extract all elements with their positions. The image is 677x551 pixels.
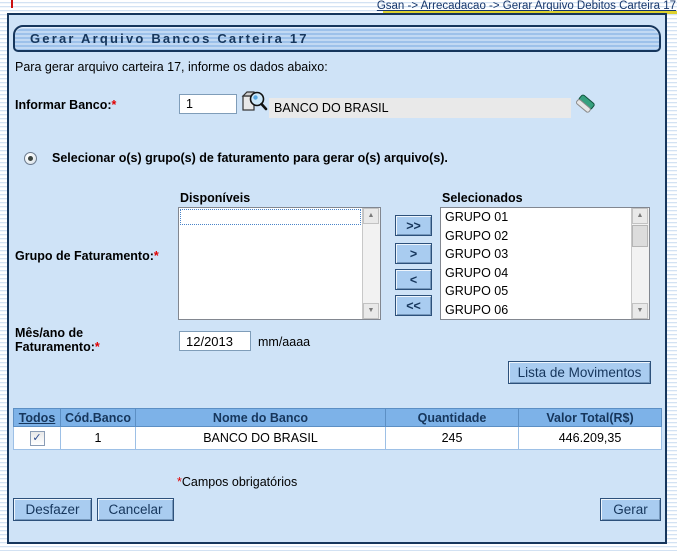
list-item[interactable]: GRUPO 06 [441,301,632,319]
select-all-link[interactable]: Todos [14,409,61,427]
move-left-button[interactable]: < [395,269,432,290]
selected-scrollbar[interactable]: ▲ ▼ [631,208,649,319]
main-panel: Gerar Arquivo Bancos Carteira 17 Para ge… [7,13,667,544]
move-right-button[interactable]: > [395,243,432,264]
list-item[interactable]: GRUPO 03 [441,245,632,264]
table-row: ✓ 1 BANCO DO BRASIL 245 446.209,35 [14,427,662,450]
select-groups-radio[interactable] [24,152,37,165]
col-header-quantity: Quantidade [386,409,519,427]
month-year-label: Mês/ano de Faturamento:* [15,326,100,354]
page-title: Gerar Arquivo Bancos Carteira 17 [15,27,659,50]
row-checkbox-cell: ✓ [14,427,61,450]
bank-label: Informar Banco:* [15,98,116,112]
month-year-hint: mm/aaaa [258,335,310,349]
available-focus-row [180,209,361,225]
scroll-down-icon[interactable]: ▼ [632,303,648,319]
generate-button[interactable]: Gerar [600,498,661,521]
row-quantity: 245 [386,427,519,450]
table-header-row: Todos Cód.Banco Nome do Banco Quantidade… [14,409,662,427]
undo-button[interactable]: Desfazer [13,498,92,521]
radio-dot [28,156,33,161]
move-all-left-button[interactable]: << [395,295,432,316]
scroll-up-icon[interactable]: ▲ [363,208,379,224]
col-header-total: Valor Total(R$) [519,409,662,427]
move-all-right-button[interactable]: >> [395,215,432,236]
intro-text: Para gerar arquivo carteira 17, informe … [15,60,328,74]
page: Gsan -> Arrecadacao -> Gerar Arquivo Deb… [0,0,677,551]
row-bank-name: BANCO DO BRASIL [136,427,386,450]
select-groups-label: Selecionar o(s) grupo(s) de faturamento … [52,151,448,165]
group-label: Grupo de Faturamento:* [15,249,159,263]
required-mark: * [112,98,117,112]
available-scrollbar[interactable]: ▲ ▼ [362,208,380,319]
bank-code-input[interactable] [179,94,237,114]
row-checkbox[interactable]: ✓ [30,431,45,446]
movements-list-button[interactable]: Lista de Movimentos [508,361,651,384]
page-title-bar: Gerar Arquivo Bancos Carteira 17 [13,25,661,52]
scroll-up-icon[interactable]: ▲ [632,208,648,224]
scroll-down-icon[interactable]: ▼ [363,303,379,319]
bank-name-field: BANCO DO BRASIL [269,98,571,118]
list-item[interactable]: GRUPO 02 [441,227,632,246]
available-listbox[interactable]: ▲ ▼ [178,207,381,320]
required-fields-note: *Campos obrigatórios [177,475,297,489]
row-total: 446.209,35 [519,427,662,450]
banks-table: Todos Cód.Banco Nome do Banco Quantidade… [13,408,662,450]
scroll-thumb[interactable] [632,225,648,247]
list-item[interactable]: GRUPO 01 [441,208,632,227]
magnifier-icon[interactable] [241,89,268,116]
selected-listbox[interactable]: GRUPO 01 GRUPO 02 GRUPO 03 GRUPO 04 GRUP… [440,207,650,320]
list-item[interactable]: GRUPO 05 [441,282,632,301]
row-bank-code: 1 [61,427,136,450]
selected-list: GRUPO 01 GRUPO 02 GRUPO 03 GRUPO 04 GRUP… [441,208,632,319]
cancel-button[interactable]: Cancelar [97,498,174,521]
eraser-icon[interactable] [574,92,597,117]
col-header-bank-code: Cód.Banco [61,409,136,427]
list-item[interactable]: GRUPO 04 [441,264,632,283]
col-header-bank-name: Nome do Banco [136,409,386,427]
available-header: Disponíveis [180,191,250,205]
month-year-input[interactable] [179,331,251,351]
selected-header: Selecionados [442,191,523,205]
